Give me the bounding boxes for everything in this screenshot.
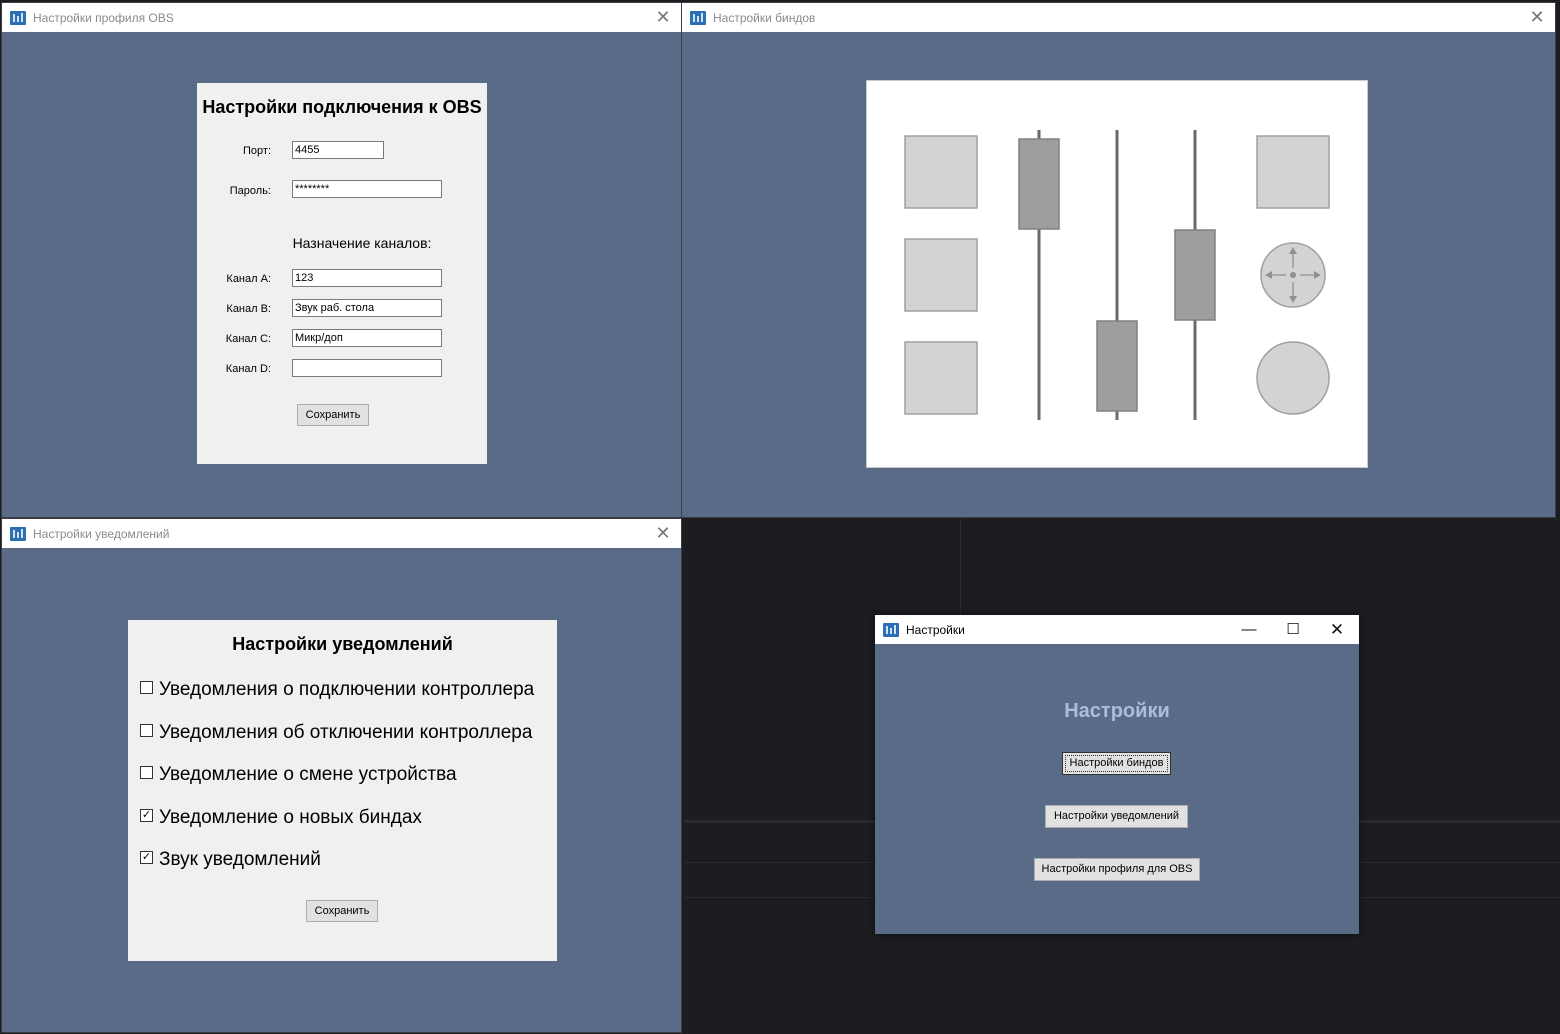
notify-option-device-change[interactable]: Уведомление о смене устройства xyxy=(140,764,457,786)
app-icon xyxy=(690,10,706,25)
fader-3-handle[interactable] xyxy=(1174,229,1216,321)
notify-settings-window: Настройки уведомлений ✕ Настройки уведом… xyxy=(2,519,681,1032)
fader-1-handle[interactable] xyxy=(1018,138,1060,230)
minimize-icon[interactable]: — xyxy=(1227,615,1271,644)
main-window-titlebar[interactable]: Настройки — ☐ ✕ xyxy=(875,615,1359,644)
channel-d-label: Канал D: xyxy=(225,363,271,375)
desktop-divider xyxy=(960,518,961,614)
channel-d-input[interactable] xyxy=(292,359,442,377)
close-icon[interactable]: ✕ xyxy=(653,523,673,543)
channel-b-input[interactable] xyxy=(292,299,442,317)
app-icon xyxy=(10,526,26,541)
controller-canvas xyxy=(866,80,1368,468)
fader-2-handle[interactable] xyxy=(1096,320,1138,412)
checkbox-label: Уведомление о новых биндах xyxy=(159,807,422,828)
window-title: Настройки уведомлений xyxy=(33,526,170,541)
obs-profile-settings-button[interactable]: Настройки профиля для OBS xyxy=(1034,858,1200,881)
channel-a-label: Канал A: xyxy=(226,273,271,285)
notify-save-button[interactable]: Сохранить xyxy=(306,900,378,922)
channel-a-input[interactable] xyxy=(292,269,442,287)
close-icon[interactable]: ✕ xyxy=(1527,7,1547,27)
window-title: Настройки профиля OBS xyxy=(33,10,174,25)
obs-save-button[interactable]: Сохранить xyxy=(297,404,369,426)
obs-window-titlebar[interactable]: Настройки профиля OBS ✕ xyxy=(2,3,681,32)
password-label: Пароль: xyxy=(229,185,271,197)
maximize-icon[interactable]: ☐ xyxy=(1271,615,1315,644)
obs-heading: Настройки подключения к OBS xyxy=(202,97,482,117)
window-title: Настройки биндов xyxy=(713,10,816,25)
window-title: Настройки xyxy=(906,622,965,637)
checkbox-label: Уведомления о подключении контроллера xyxy=(159,679,535,700)
port-label: Порт: xyxy=(243,145,271,157)
channels-heading: Назначение каналов: xyxy=(292,235,432,251)
notify-settings-panel: Настройки уведомлений Уведомления о подк… xyxy=(128,620,557,961)
notify-window-titlebar[interactable]: Настройки уведомлений ✕ xyxy=(2,519,681,548)
notify-settings-button[interactable]: Настройки уведомлений xyxy=(1045,805,1188,828)
checkbox-label: Звук уведомлений xyxy=(159,849,321,870)
channel-c-input[interactable] xyxy=(292,329,442,347)
app-icon xyxy=(10,10,26,25)
dpad-icon[interactable] xyxy=(1260,242,1326,308)
checkbox[interactable]: ✓ xyxy=(140,808,153,822)
notify-option-sound[interactable]: ✓ Звук уведомлений xyxy=(140,849,321,871)
close-icon[interactable]: ✕ xyxy=(1315,615,1359,644)
notify-option-new-binds[interactable]: ✓ Уведомление о новых биндах xyxy=(140,807,422,829)
pad-button-1[interactable] xyxy=(904,135,978,209)
notify-option-connect[interactable]: Уведомления о подключении контроллера xyxy=(140,679,534,701)
binds-settings-button[interactable]: Настройки биндов xyxy=(1062,752,1171,775)
checkbox[interactable] xyxy=(140,723,153,737)
notify-heading: Настройки уведомлений xyxy=(232,634,453,654)
pad-button-4[interactable] xyxy=(1256,135,1330,209)
close-icon[interactable]: ✕ xyxy=(653,7,673,27)
main-heading: Настройки xyxy=(1064,700,1170,722)
checkbox[interactable] xyxy=(140,680,153,694)
app-icon xyxy=(883,622,899,637)
checkbox-label: Уведомления об отключении контроллера xyxy=(159,722,533,743)
channel-b-label: Канал B: xyxy=(226,303,271,315)
binds-settings-window: Настройки биндов ✕ xyxy=(682,3,1555,517)
obs-settings-panel: Настройки подключения к OBS Порт: Пароль… xyxy=(197,83,487,464)
pad-button-3[interactable] xyxy=(904,341,978,415)
pad-button-2[interactable] xyxy=(904,238,978,312)
password-input[interactable] xyxy=(292,180,442,198)
checkbox[interactable] xyxy=(140,765,153,779)
checkbox-label: Уведомление о смене устройства xyxy=(159,764,457,785)
binds-window-titlebar[interactable]: Настройки биндов ✕ xyxy=(682,3,1555,32)
main-settings-window: Настройки — ☐ ✕ Настройки Настройки бинд… xyxy=(875,615,1359,934)
port-input[interactable] xyxy=(292,141,384,159)
controller-layout xyxy=(904,130,1330,420)
channel-c-label: Канал C: xyxy=(225,333,271,345)
notify-option-disconnect[interactable]: Уведомления об отключении контроллера xyxy=(140,722,532,744)
round-button[interactable] xyxy=(1256,341,1330,415)
checkbox[interactable]: ✓ xyxy=(140,850,153,864)
obs-settings-window: Настройки профиля OBS ✕ Настройки подклю… xyxy=(2,3,681,517)
